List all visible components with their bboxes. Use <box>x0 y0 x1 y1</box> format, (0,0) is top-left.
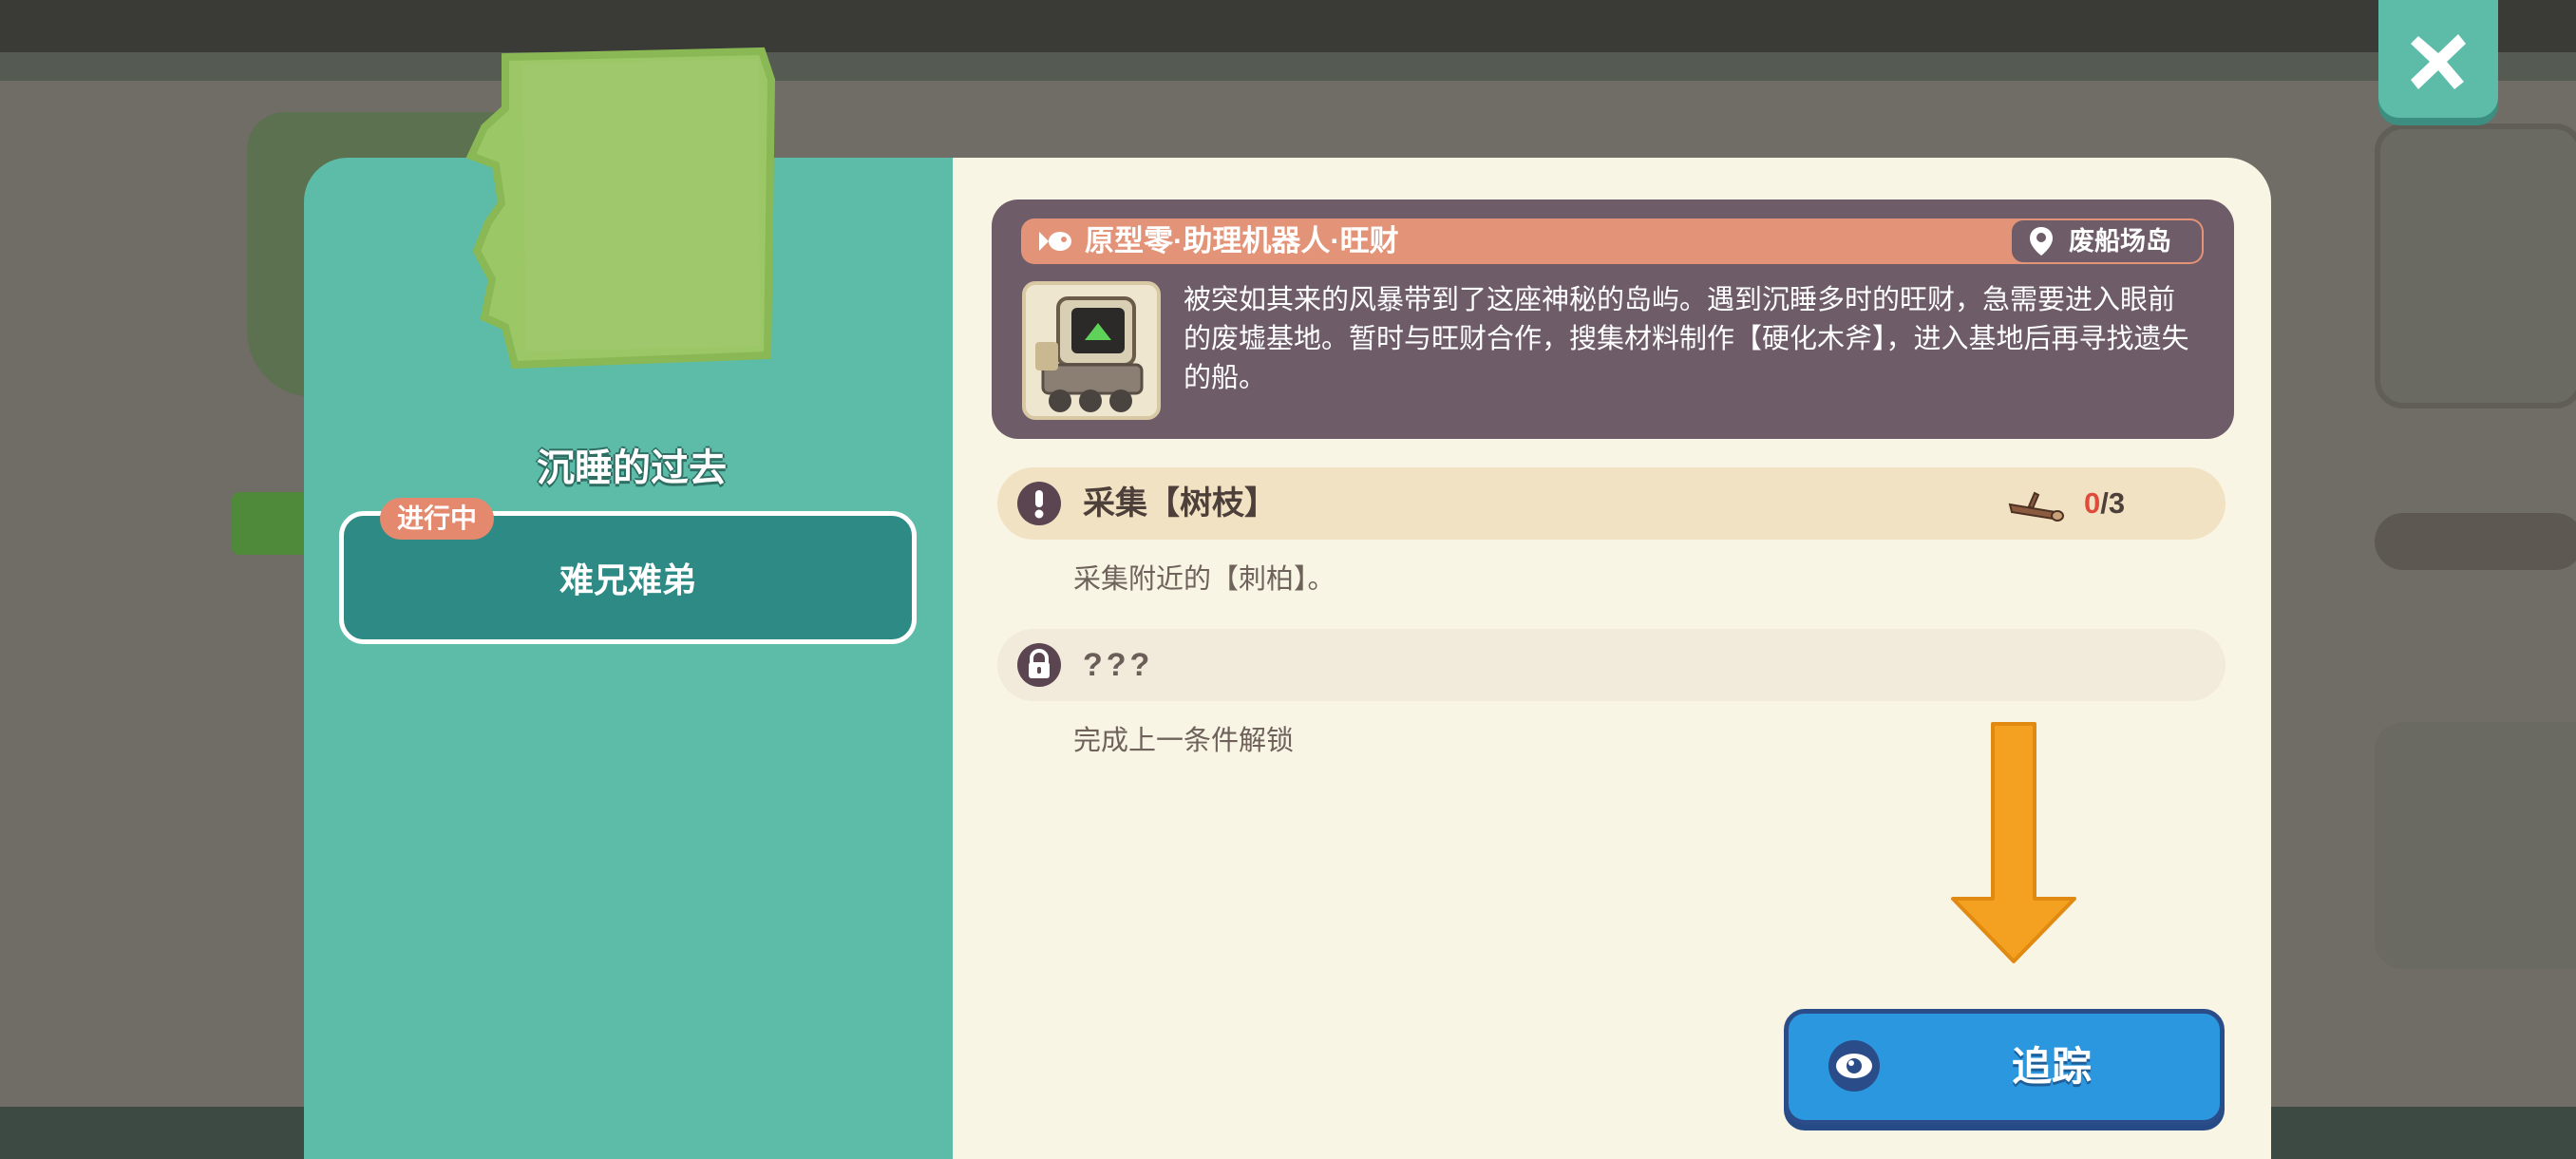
objective-title: 采集【树枝】 <box>1083 485 1277 522</box>
progress-current: 0 <box>2084 486 2101 520</box>
eye-icon <box>1828 1040 1880 1092</box>
objective-progress: 0/3 <box>2084 467 2125 540</box>
background-strip <box>0 52 2576 81</box>
objective-description-locked: 完成上一条件解锁 <box>1073 726 1295 756</box>
background-top <box>0 0 2576 57</box>
background-pill <box>2375 513 2576 570</box>
background-card <box>2375 124 2576 408</box>
quest-list-item-label: 难兄难弟 <box>559 560 696 599</box>
status-badge: 进行中 <box>380 498 495 540</box>
branch-icon <box>2008 491 2064 522</box>
background-shape <box>2375 722 2576 969</box>
arrow-down-icon <box>1951 722 2076 963</box>
quest-title: 沉睡的过去 <box>537 447 727 489</box>
lock-icon <box>1017 643 1061 687</box>
npc-description: 被突如其来的风暴带到了这座神秘的岛屿。遇到沉睡多时的旺财，急需要进入眼前的废墟基… <box>1184 285 2189 393</box>
location-label: 废船场岛 <box>2069 227 2171 256</box>
objective-title-locked: ??? <box>1083 647 1154 683</box>
exclamation-icon <box>1017 482 1061 525</box>
npc-name: 原型零·助理机器人·旺财 <box>1085 224 1399 257</box>
progress-total: /3 <box>2100 486 2126 520</box>
objective-description: 采集附近的【刺柏】。 <box>1073 564 1335 595</box>
close-icon <box>2411 34 2466 89</box>
location-pin-icon <box>2030 227 2053 256</box>
objective-row-locked <box>997 629 2226 701</box>
quest-banner-image <box>465 47 776 370</box>
robot-portrait-icon <box>1026 285 1157 416</box>
track-button-label: 追踪 <box>2011 1044 2092 1089</box>
fish-icon <box>1039 232 1071 251</box>
npc-portrait <box>1022 281 1161 420</box>
